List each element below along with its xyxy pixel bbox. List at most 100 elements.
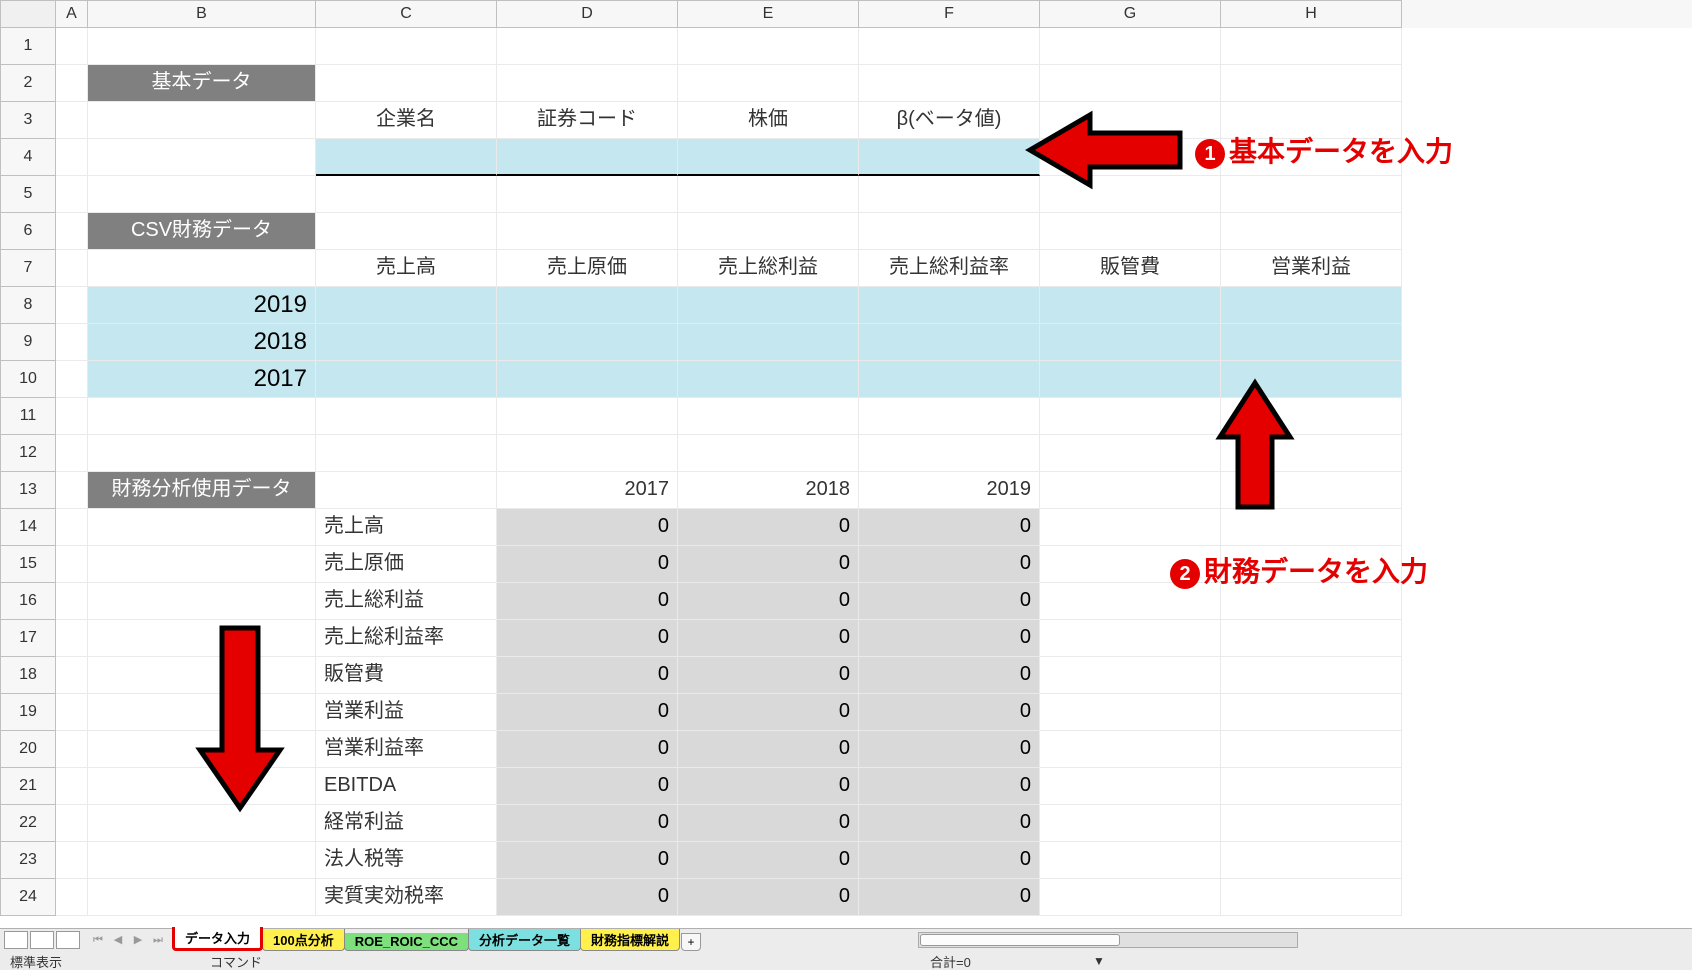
label-company[interactable]: 企業名 [316,102,497,139]
row-header-8[interactable]: 8 [0,287,56,324]
row-header-16[interactable]: 16 [0,583,56,620]
cell-f9[interactable] [859,324,1040,361]
analysis-label-8[interactable]: 経常利益 [316,805,497,842]
cell-a9[interactable] [56,324,88,361]
cell-f6[interactable] [859,213,1040,250]
section-basic-data[interactable]: 基本データ [88,65,316,102]
label-beta[interactable]: β(ベータ値) [859,102,1040,139]
dropdown-arrow-icon[interactable]: ▼ [1093,954,1105,968]
row-header-14[interactable]: 14 [0,509,56,546]
cell-h19[interactable] [1221,694,1402,731]
cell-a23[interactable] [56,842,88,879]
label-code[interactable]: 証券コード [497,102,678,139]
cell-a24[interactable] [56,879,88,916]
analysis-year-2017[interactable]: 2017 [497,472,678,509]
analysis-5-2018[interactable]: 0 [678,694,859,731]
analysis-1-2018[interactable]: 0 [678,546,859,583]
scroll-thumb[interactable] [920,934,1120,946]
cell-b1[interactable] [88,28,316,65]
cell-d10[interactable] [497,361,678,398]
sheet-tab-analysis-list[interactable]: 分析データ一覧 [468,929,581,951]
section-analysis-data[interactable]: 財務分析使用データ [88,472,316,509]
cell-a11[interactable] [56,398,88,435]
cell-e6[interactable] [678,213,859,250]
cell-g17[interactable] [1040,620,1221,657]
cell-g18[interactable] [1040,657,1221,694]
cell-h21[interactable] [1221,768,1402,805]
input-price[interactable] [678,139,859,176]
cell-c13[interactable] [316,472,497,509]
cell-e12[interactable] [678,435,859,472]
analysis-label-5[interactable]: 営業利益 [316,694,497,731]
analysis-label-0[interactable]: 売上高 [316,509,497,546]
cell-h14[interactable] [1221,509,1402,546]
row-header-11[interactable]: 11 [0,398,56,435]
cell-g24[interactable] [1040,879,1221,916]
analysis-10-2018[interactable]: 0 [678,879,859,916]
cell-h23[interactable] [1221,842,1402,879]
cell-a13[interactable] [56,472,88,509]
label-gross-rate[interactable]: 売上総利益率 [859,250,1040,287]
analysis-3-2018[interactable]: 0 [678,620,859,657]
view-button-normal[interactable] [4,931,28,949]
cell-d5[interactable] [497,176,678,213]
cell-a12[interactable] [56,435,88,472]
analysis-2-2019[interactable]: 0 [859,583,1040,620]
analysis-label-9[interactable]: 法人税等 [316,842,497,879]
cell-a16[interactable] [56,583,88,620]
cell-b19[interactable] [88,694,316,731]
analysis-0-2019[interactable]: 0 [859,509,1040,546]
column-header-e[interactable]: E [678,0,859,28]
cell-e8[interactable] [678,287,859,324]
cell-h20[interactable] [1221,731,1402,768]
cell-a21[interactable] [56,768,88,805]
cell-g6[interactable] [1040,213,1221,250]
analysis-6-2017[interactable]: 0 [497,731,678,768]
cell-g8[interactable] [1040,287,1221,324]
label-op-income[interactable]: 営業利益 [1221,250,1402,287]
cell-h2[interactable] [1221,65,1402,102]
cell-h1[interactable] [1221,28,1402,65]
row-header-12[interactable]: 12 [0,435,56,472]
analysis-9-2019[interactable]: 0 [859,842,1040,879]
analysis-label-10[interactable]: 実質実効税率 [316,879,497,916]
analysis-6-2018[interactable]: 0 [678,731,859,768]
cell-d12[interactable] [497,435,678,472]
cell-g21[interactable] [1040,768,1221,805]
analysis-9-2018[interactable]: 0 [678,842,859,879]
cell-g5[interactable] [1040,176,1221,213]
cell-g10[interactable] [1040,361,1221,398]
analysis-0-2017[interactable]: 0 [497,509,678,546]
row-header-24[interactable]: 24 [0,879,56,916]
cell-a5[interactable] [56,176,88,213]
analysis-2-2017[interactable]: 0 [497,583,678,620]
analysis-10-2019[interactable]: 0 [859,879,1040,916]
row-header-9[interactable]: 9 [0,324,56,361]
analysis-8-2018[interactable]: 0 [678,805,859,842]
view-button-layout[interactable] [30,931,54,949]
tab-nav-next-icon[interactable]: ▶ [128,931,148,949]
cell-h17[interactable] [1221,620,1402,657]
cell-b4[interactable] [88,139,316,176]
cell-g11[interactable] [1040,398,1221,435]
cell-g4[interactable] [1040,139,1221,176]
cell-e2[interactable] [678,65,859,102]
column-header-f[interactable]: F [859,0,1040,28]
cell-h24[interactable] [1221,879,1402,916]
select-all-corner[interactable] [0,0,56,28]
analysis-7-2018[interactable]: 0 [678,768,859,805]
analysis-4-2019[interactable]: 0 [859,657,1040,694]
sheet-tab-indicator-guide[interactable]: 財務指標解説 [580,929,680,951]
cell-c10[interactable] [316,361,497,398]
cell-d8[interactable] [497,287,678,324]
analysis-10-2017[interactable]: 0 [497,879,678,916]
tab-nav-first-icon[interactable]: ⏮ [88,931,108,949]
row-header-18[interactable]: 18 [0,657,56,694]
cell-c11[interactable] [316,398,497,435]
cell-f12[interactable] [859,435,1040,472]
cell-a2[interactable] [56,65,88,102]
cell-a17[interactable] [56,620,88,657]
cell-g16[interactable] [1040,583,1221,620]
view-button-pagebreak[interactable] [56,931,80,949]
row-header-21[interactable]: 21 [0,768,56,805]
